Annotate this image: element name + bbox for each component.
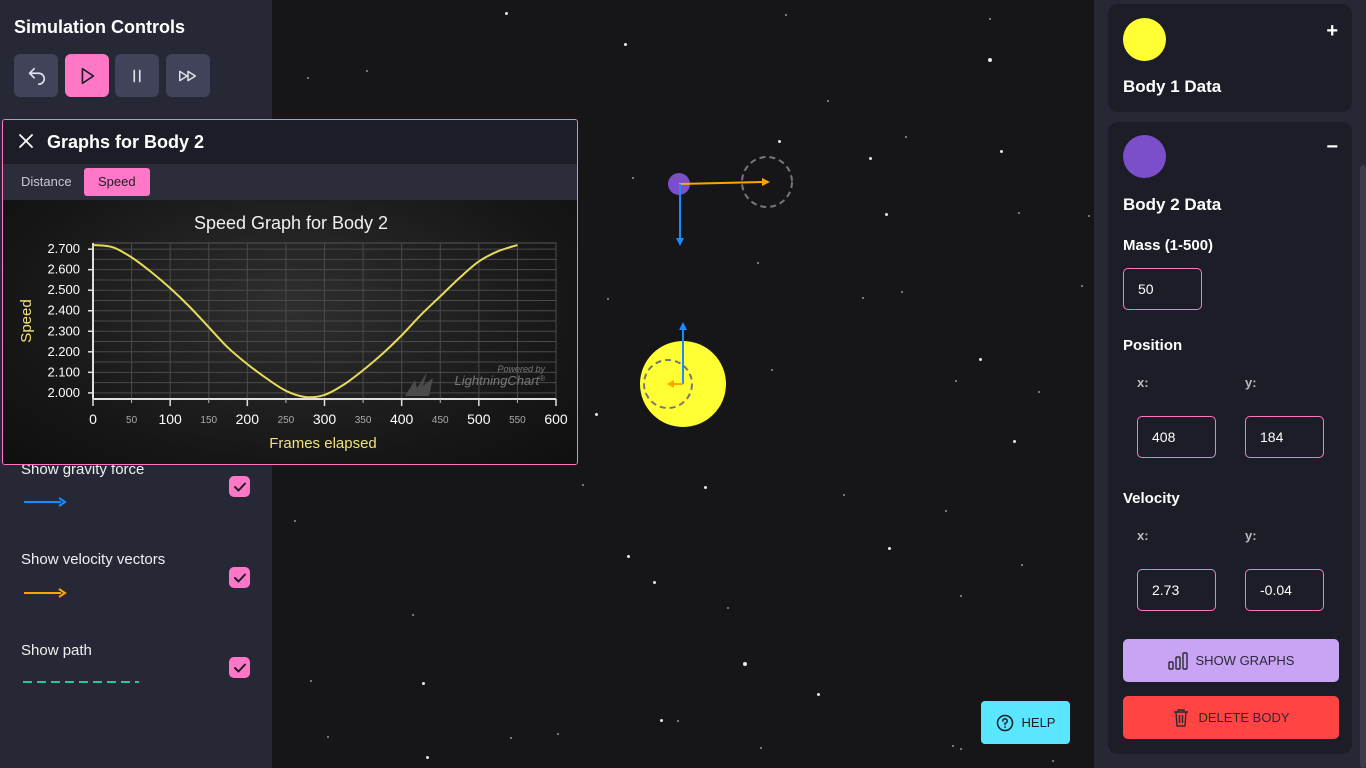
body-1-card: + Body 1 Data <box>1108 4 1352 112</box>
velocity-x-input[interactable] <box>1137 569 1216 611</box>
undo-button[interactable] <box>14 54 58 97</box>
gravity-arrow-legend <box>24 497 67 507</box>
watermark-brand-name: LightningChart <box>455 373 541 388</box>
x-tick-label: 0 <box>89 411 97 427</box>
body-2-velocity-arrowhead <box>762 178 770 186</box>
y-tick-label: 2.500 <box>47 282 80 297</box>
x-minor-tick-label: 150 <box>200 415 217 426</box>
help-label: HELP <box>1021 715 1056 730</box>
show-graphs-label: SHOW GRAPHS <box>1195 653 1295 668</box>
tab-distance[interactable]: Distance <box>7 168 86 196</box>
speed-chart-svg: Speed Graph for Body 2 Frames elapsed Sp… <box>18 213 568 452</box>
delete-body-button[interactable]: DELETE BODY <box>1123 696 1339 739</box>
body-2-color-swatch <box>1123 135 1166 178</box>
position-x-label: x: <box>1137 375 1149 390</box>
x-minor-tick-label: 50 <box>126 415 138 426</box>
x-minor-tick-label: 550 <box>509 415 526 426</box>
lightningchart-logo-icon <box>405 372 433 396</box>
watermark-suffix: ® <box>539 374 545 383</box>
position-y-label: y: <box>1245 375 1257 390</box>
y-tick-label: 2.000 <box>47 385 80 400</box>
y-tick-label: 2.700 <box>47 241 80 256</box>
x-tick-label: 300 <box>313 411 337 427</box>
toggle-label: Show path <box>21 642 92 659</box>
y-tick-label: 2.100 <box>47 364 80 379</box>
body-2-title: Body 2 Data <box>1123 195 1222 214</box>
x-minor-tick-label: 450 <box>432 415 449 426</box>
collapse-body-2-button[interactable]: − <box>1326 136 1338 159</box>
close-icon[interactable] <box>17 132 35 150</box>
chart-title: Speed Graph for Body 2 <box>194 213 388 233</box>
speed-chart: Speed Graph for Body 2 Frames elapsed Sp… <box>3 200 577 464</box>
play-icon <box>81 67 95 84</box>
position-label: Position <box>1123 337 1183 354</box>
x-minor-tick-label: 350 <box>355 415 372 426</box>
body-2-velocity-vector <box>678 181 764 185</box>
body-2-gravity-arrowhead <box>676 238 684 246</box>
help-icon <box>996 714 1013 731</box>
x-tick-label: 500 <box>467 411 491 427</box>
watermark-brand: LightningChart® <box>455 373 546 388</box>
check-icon <box>233 482 246 491</box>
path-dashed-legend <box>23 681 139 683</box>
chart-xlabel: Frames elapsed <box>269 435 377 452</box>
fast-forward-icon <box>179 70 197 81</box>
body-1-gravity-arrowhead <box>679 322 687 330</box>
graph-window: Graphs for Body 2 Distance Speed Speed G… <box>2 119 578 465</box>
velocity-y-label: y: <box>1245 528 1257 543</box>
pause-icon <box>133 69 141 82</box>
velocity-label: Velocity <box>1123 490 1180 507</box>
lightningchart-watermark: Powered by LightningChart® <box>405 364 545 396</box>
bar-chart-icon <box>1167 651 1188 670</box>
body-2-card: − Body 2 Data Mass (1-500) Position x: y… <box>1108 122 1352 754</box>
chart-ticks: 0 100 200 300 400 500 600 50 150 250 350 450 550 2.00… <box>47 241 567 427</box>
position-y-input[interactable] <box>1245 416 1324 458</box>
delete-body-label: DELETE BODY <box>1198 710 1290 725</box>
velocity-arrow-legend <box>24 588 67 598</box>
undo-icon <box>28 67 45 85</box>
y-tick-label: 2.600 <box>47 262 80 277</box>
scrollbar[interactable] <box>1360 165 1366 768</box>
graph-window-header: Graphs for Body 2 <box>3 120 577 164</box>
x-tick-label: 400 <box>390 411 414 427</box>
gravity-force-checkbox[interactable] <box>229 476 250 497</box>
graph-window-title: Graphs for Body 2 <box>47 132 205 152</box>
check-icon <box>233 663 246 672</box>
graph-tabs: Distance Speed <box>3 164 577 200</box>
fast-forward-button[interactable] <box>166 54 210 97</box>
velocity-y-input[interactable] <box>1245 569 1324 611</box>
chart-ylabel: Speed <box>18 299 35 342</box>
x-tick-label: 200 <box>236 411 260 427</box>
check-icon <box>233 573 246 582</box>
y-tick-label: 2.400 <box>47 303 80 318</box>
show-graphs-button[interactable]: SHOW GRAPHS <box>1123 639 1339 682</box>
trash-icon <box>1174 708 1189 727</box>
mass-input[interactable] <box>1123 268 1202 310</box>
expand-body-1-button[interactable]: + <box>1326 20 1338 43</box>
x-tick-label: 600 <box>544 411 568 427</box>
mass-label: Mass (1-500) <box>1123 237 1214 254</box>
panel-title: Simulation Controls <box>14 17 185 37</box>
velocity-x-label: x: <box>1137 528 1149 543</box>
play-button[interactable] <box>65 54 109 97</box>
x-minor-tick-label: 250 <box>278 415 295 426</box>
tab-speed[interactable]: Speed <box>84 168 150 196</box>
path-checkbox[interactable] <box>229 657 250 678</box>
y-tick-label: 2.300 <box>47 323 80 338</box>
velocity-vectors-checkbox[interactable] <box>229 567 250 588</box>
toggle-label: Show velocity vectors <box>21 551 166 568</box>
pause-button[interactable] <box>115 54 159 97</box>
bodies-panel: + Body 1 Data − Body 2 Data Mass (1-500)… <box>1094 0 1366 768</box>
body-1-color-swatch <box>1123 18 1166 61</box>
help-button[interactable]: HELP <box>981 701 1070 744</box>
y-tick-label: 2.200 <box>47 344 80 359</box>
x-tick-label: 100 <box>158 411 182 427</box>
position-x-input[interactable] <box>1137 416 1216 458</box>
body-1-title: Body 1 Data <box>1123 77 1222 96</box>
